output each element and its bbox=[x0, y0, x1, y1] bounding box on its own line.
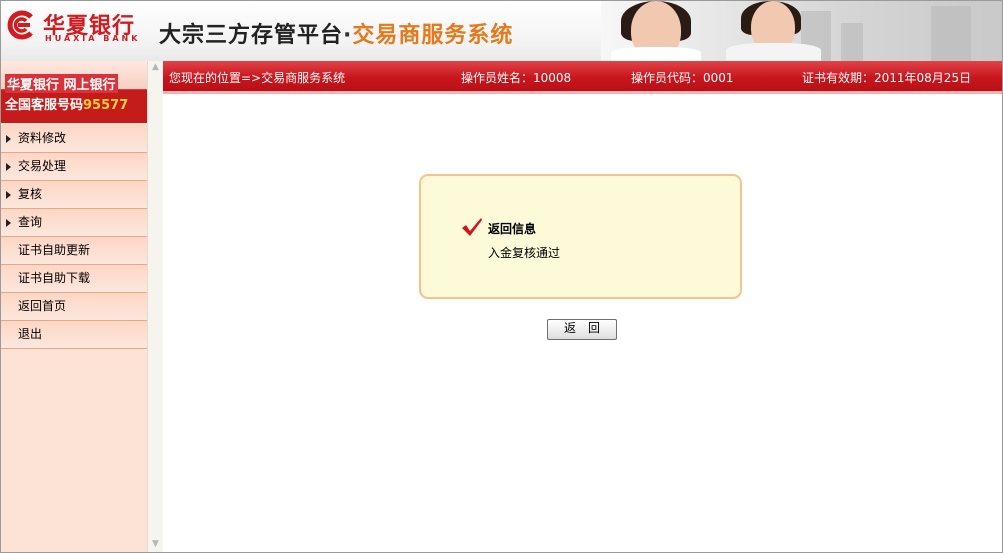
expand-arrow-icon bbox=[6, 219, 11, 227]
info-bar-shadow bbox=[163, 91, 1002, 94]
system-title-sub: 交易商服务系统 bbox=[352, 23, 514, 48]
sidebar-menu: 资料修改 交易处理 复核 查询 证书自助更新 证书自助下载 返回首页 退出 bbox=[1, 125, 147, 349]
sidebar-item-label: 资料修改 bbox=[18, 131, 67, 145]
scroll-down-icon[interactable]: ▼ bbox=[150, 539, 161, 550]
huaxia-logo-icon bbox=[7, 10, 33, 40]
sidebar-scrollbar[interactable]: ▲ ▼ bbox=[147, 61, 163, 552]
sidebar-item-transactions[interactable]: 交易处理 bbox=[1, 153, 147, 181]
sidebar-item-cert-download[interactable]: 证书自助下载 bbox=[1, 265, 147, 293]
promo-hotline-label: 全国客服号码 bbox=[5, 98, 84, 113]
sidebar-item-logout[interactable]: 退出 bbox=[1, 321, 147, 349]
sidebar-item-home[interactable]: 返回首页 bbox=[1, 293, 147, 321]
sidebar-item-label: 复核 bbox=[18, 187, 43, 201]
app-frame: 华夏银行 HUAXIA BANK 大宗三方存管平台·交易商服务系统 华夏银行 网… bbox=[0, 0, 1003, 553]
expand-arrow-icon bbox=[6, 191, 11, 199]
sidebar-item-label: 证书自助更新 bbox=[18, 243, 91, 257]
current-location: 您现在的位置=>交易商服务系统 bbox=[169, 71, 346, 85]
operator-code: 操作员代码：0001 bbox=[631, 71, 734, 85]
expand-arrow-icon bbox=[6, 135, 11, 143]
system-title: 大宗三方存管平台·交易商服务系统 bbox=[159, 17, 513, 49]
checkmark-icon bbox=[462, 218, 482, 236]
logo-english-name: HUAXIA BANK bbox=[45, 34, 141, 43]
sidebar-item-label: 证书自助下载 bbox=[18, 271, 91, 285]
message-text: 入金复核通过 bbox=[488, 246, 561, 260]
promo-hotline-number: 95577 bbox=[83, 98, 129, 113]
promo-title: 华夏银行 网上银行 bbox=[5, 74, 118, 93]
scroll-up-icon[interactable]: ▲ bbox=[150, 62, 161, 73]
left-sidebar: 华夏银行 网上银行 全国客服号码95577 资料修改 交易处理 复核 查询 证书… bbox=[1, 61, 147, 552]
promo-hotline: 全国客服号码95577 bbox=[5, 94, 128, 113]
sidebar-item-review[interactable]: 复核 bbox=[1, 181, 147, 209]
header-photo bbox=[601, 1, 1002, 61]
bank-logo: 华夏银行 HUAXIA BANK bbox=[3, 7, 153, 47]
sidebar-item-label: 返回首页 bbox=[18, 299, 67, 313]
expand-arrow-icon bbox=[6, 163, 11, 171]
sidebar-item-edit-profile[interactable]: 资料修改 bbox=[1, 125, 147, 153]
cert-expiry: 证书有效期：2011年08月25日 bbox=[802, 71, 972, 85]
system-title-dot: · bbox=[343, 23, 353, 48]
sidebar-item-label: 退出 bbox=[18, 327, 43, 341]
system-title-main: 大宗三方存管平台 bbox=[159, 23, 344, 48]
message-title: 返回信息 bbox=[488, 222, 537, 236]
ebank-promo-banner[interactable]: 华夏银行 网上银行 全国客服号码95577 bbox=[1, 61, 147, 123]
result-message-box: 返回信息 入金复核通过 bbox=[419, 174, 742, 299]
info-bar: 您现在的位置=>交易商服务系统 操作员姓名：10008 操作员代码：0001 证… bbox=[163, 61, 1002, 91]
sidebar-item-cert-update[interactable]: 证书自助更新 bbox=[1, 237, 147, 265]
sidebar-item-label: 交易处理 bbox=[18, 159, 67, 173]
sidebar-item-query[interactable]: 查询 bbox=[1, 209, 147, 237]
back-button[interactable]: 返回 bbox=[547, 319, 617, 340]
sidebar-item-label: 查询 bbox=[18, 215, 43, 229]
header-banner: 华夏银行 HUAXIA BANK 大宗三方存管平台·交易商服务系统 bbox=[1, 1, 1002, 61]
operator-name: 操作员姓名：10008 bbox=[461, 71, 572, 85]
